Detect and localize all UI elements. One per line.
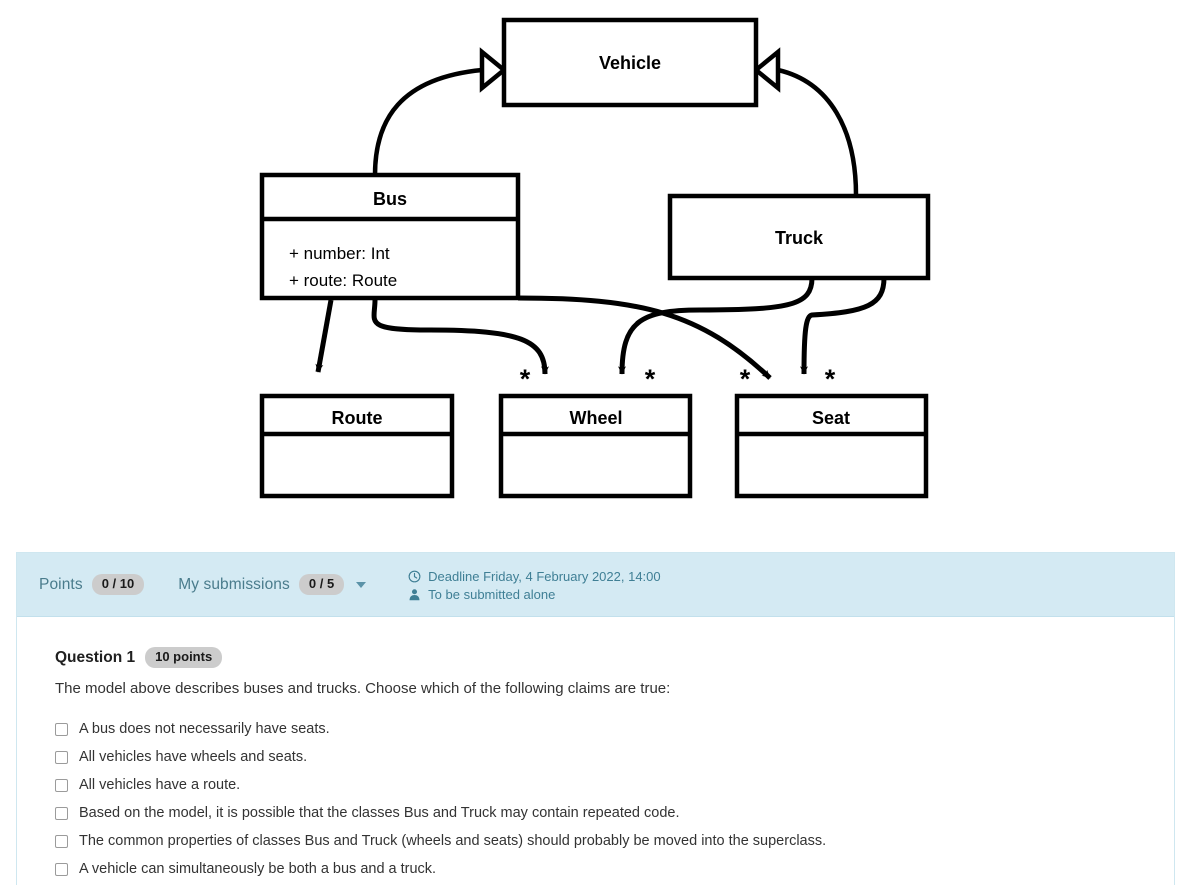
option-label: The common properties of classes Bus and…: [79, 833, 827, 850]
chevron-down-icon[interactable]: [356, 581, 367, 588]
edge-bus-vehicle: [372, 67, 483, 176]
option-checkbox[interactable]: [55, 723, 68, 736]
multiplicity-bus-wheel: *: [520, 364, 531, 394]
answer-option[interactable]: A vehicle can simultaneously be both a b…: [55, 856, 1150, 884]
uml-class-bus: Bus + number: Int + route: Route: [259, 172, 521, 301]
uml-class-vehicle: Vehicle: [501, 17, 759, 108]
answer-option[interactable]: Based on the model, it is possible that …: [55, 800, 1150, 828]
uml-class-name-vehicle: Vehicle: [599, 53, 661, 73]
points-badge: 0 / 10: [91, 573, 145, 596]
question-header: Question 1 10 points: [55, 647, 1150, 669]
uml-class-wheel: Wheel: [498, 393, 693, 499]
person-icon: [409, 588, 420, 600]
question-points-badge: 10 points: [145, 647, 223, 669]
option-label: All vehicles have a route.: [79, 777, 241, 794]
page-root: * * * * Vehicle Bus + number: Int + rout…: [0, 0, 1191, 885]
option-checkbox[interactable]: [55, 807, 68, 820]
uml-class-name-seat: Seat: [812, 408, 850, 428]
uml-class-diagram: * * * * Vehicle Bus + number: Int + rout…: [0, 0, 1191, 535]
uml-class-name-bus: Bus: [373, 189, 407, 209]
edge-truck-wheel: [618, 277, 815, 375]
edge-bus-route: [315, 299, 334, 373]
submission-mode-line: To be submitted alone: [408, 587, 660, 602]
edge-bus-wheel: [371, 299, 549, 375]
submissions-badge: 0 / 5: [298, 573, 345, 596]
submission-mode-text: To be submitted alone: [428, 586, 556, 602]
question-title: Question 1: [55, 648, 136, 666]
uml-class-truck: Truck: [667, 193, 931, 281]
question-body: Question 1 10 points The model above des…: [17, 617, 1174, 884]
answer-option[interactable]: All vehicles have a route.: [55, 772, 1150, 800]
submissions-label: My submissions: [178, 575, 290, 593]
deadline-line: Deadline Friday, 4 February 2022, 14:00: [408, 568, 661, 584]
multiplicity-truck-wheel: *: [645, 364, 656, 394]
exercise-status-bar: Points 0 / 10 My submissions 0 / 5 Deadl…: [17, 553, 1174, 617]
option-checkbox[interactable]: [55, 863, 68, 876]
option-checkbox[interactable]: [55, 751, 68, 764]
answer-option[interactable]: All vehicles have wheels and seats.: [55, 744, 1150, 772]
uml-attribute-bus-number: + number: Int: [289, 244, 390, 263]
answer-option[interactable]: A bus does not necessarily have seats.: [55, 716, 1150, 744]
answer-option[interactable]: The common properties of classes Bus and…: [55, 828, 1150, 856]
clock-icon: [408, 570, 421, 582]
uml-attribute-bus-route: + route: Route: [289, 271, 397, 290]
answer-options-list: A bus does not necessarily have seats. A…: [55, 716, 1150, 884]
generalization-arrowhead-truck: [752, 47, 781, 93]
points-group: Points 0 / 10: [39, 573, 145, 596]
option-checkbox[interactable]: [55, 779, 68, 792]
uml-class-seat: Seat: [734, 393, 929, 499]
generalization-arrowhead-bus: [479, 47, 508, 93]
multiplicity-truck-seat: *: [825, 364, 836, 394]
option-label: A bus does not necessarily have seats.: [79, 721, 330, 738]
submissions-group[interactable]: My submissions 0 / 5: [178, 573, 367, 596]
option-label: A vehicle can simultaneously be both a b…: [79, 861, 437, 878]
edge-truck-vehicle: [777, 67, 859, 196]
deadline-info: Deadline Friday, 4 February 2022, 14:00 …: [408, 568, 661, 602]
option-label: Based on the model, it is possible that …: [79, 805, 680, 822]
edge-truck-seat: [800, 277, 887, 375]
exercise-panel: Points 0 / 10 My submissions 0 / 5 Deadl…: [16, 552, 1175, 885]
option-checkbox[interactable]: [55, 835, 68, 848]
question-prompt: The model above describes buses and truc…: [55, 680, 671, 698]
uml-class-name-wheel: Wheel: [569, 408, 622, 428]
points-label: Points: [39, 575, 83, 593]
multiplicity-bus-seat: *: [740, 364, 751, 394]
uml-class-route: Route: [259, 393, 455, 499]
option-label: All vehicles have wheels and seats.: [79, 749, 308, 766]
uml-class-name-route: Route: [332, 408, 383, 428]
deadline-text: Deadline Friday, 4 February 2022, 14:00: [428, 568, 661, 584]
uml-class-name-truck: Truck: [775, 228, 824, 248]
